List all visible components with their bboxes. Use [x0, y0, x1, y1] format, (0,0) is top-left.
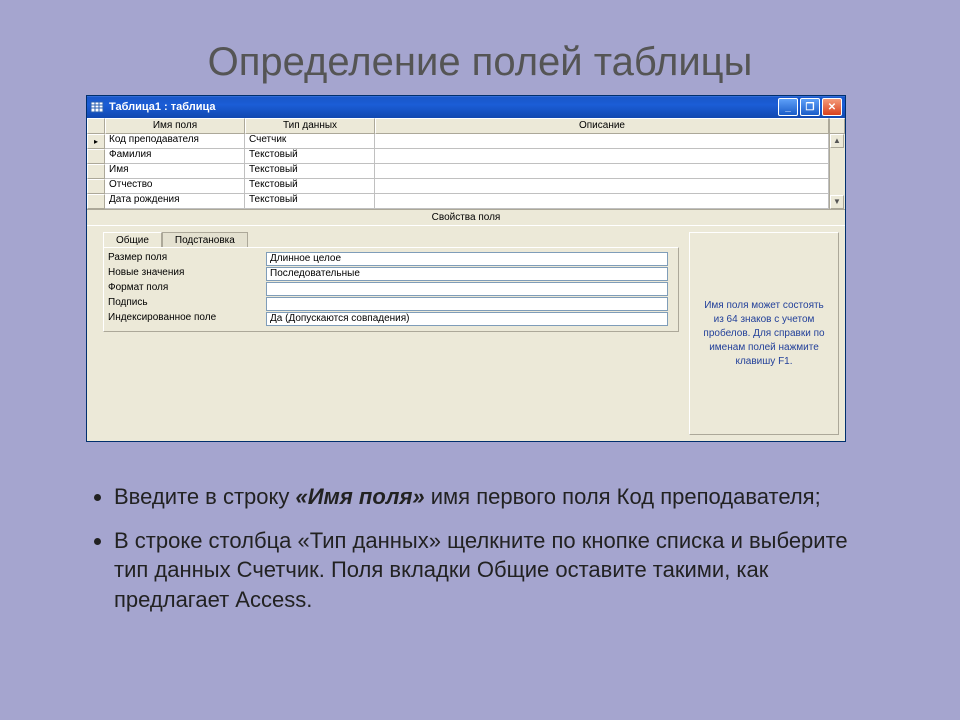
property-value[interactable] — [266, 282, 668, 296]
cell-type[interactable]: Текстовый — [245, 179, 375, 194]
lower-pane: Общие Подстановка Размер поляДлинное цел… — [87, 226, 845, 441]
property-row: Формат поля — [106, 282, 676, 297]
corner-selector[interactable] — [87, 118, 105, 134]
properties-section-header: Свойства поля — [87, 209, 845, 226]
property-label: Подпись — [106, 297, 266, 312]
table-row[interactable]: ФамилияТекстовый — [87, 149, 829, 164]
hint-panel: Имя поля может состоять из 64 знаков с у… — [689, 232, 839, 435]
property-row: Подпись — [106, 297, 676, 312]
cell-desc[interactable] — [375, 179, 829, 194]
property-row: Размер поляДлинное целое — [106, 252, 676, 267]
tab-lookup[interactable]: Подстановка — [162, 232, 248, 248]
field-grid: Имя поля Тип данных Описание ▸Код препод… — [87, 118, 845, 209]
scroll-corner — [829, 118, 845, 134]
minimize-button[interactable]: _ — [778, 98, 798, 116]
slide-title: Определение полей таблицы — [0, 0, 960, 95]
property-value[interactable]: Длинное целое — [266, 252, 668, 266]
row-selector[interactable] — [87, 194, 105, 209]
bullet-2: В строке столбца «Тип данных» щелкните п… — [114, 526, 870, 615]
close-button[interactable]: ✕ — [822, 98, 842, 116]
cell-desc[interactable] — [375, 194, 829, 209]
cell-name[interactable]: Дата рождения — [105, 194, 245, 209]
table-row[interactable]: ИмяТекстовый — [87, 164, 829, 179]
cell-type[interactable]: Текстовый — [245, 149, 375, 164]
titlebar[interactable]: Таблица1 : таблица _ ❐ ✕ — [87, 96, 845, 118]
table-row[interactable]: Дата рожденияТекстовый — [87, 194, 829, 209]
cell-desc[interactable] — [375, 134, 829, 149]
header-description[interactable]: Описание — [375, 118, 829, 134]
row-selector[interactable] — [87, 149, 105, 164]
property-label: Формат поля — [106, 282, 266, 297]
property-value[interactable]: Да (Допускаются совпадения) — [266, 312, 668, 326]
property-row: Индексированное полеДа (Допускаются совп… — [106, 312, 676, 327]
slide-bullets: Введите в строку «Имя поля» имя первого … — [90, 482, 870, 615]
properties-panel: Общие Подстановка Размер поляДлинное цел… — [87, 226, 689, 441]
grid-header-row: Имя поля Тип данных Описание — [87, 118, 845, 134]
table-icon — [90, 100, 104, 114]
property-label: Новые значения — [106, 267, 266, 282]
table-row[interactable]: ОтчествоТекстовый — [87, 179, 829, 194]
window-title: Таблица1 : таблица — [109, 101, 216, 113]
property-label: Индексированное поле — [106, 312, 266, 327]
cell-name[interactable]: Фамилия — [105, 149, 245, 164]
cell-desc[interactable] — [375, 164, 829, 179]
table-row[interactable]: ▸Код преподавателяСчетчик — [87, 134, 829, 149]
property-value[interactable]: Последовательные — [266, 267, 668, 281]
property-label: Размер поля — [106, 252, 266, 267]
row-selector[interactable] — [87, 164, 105, 179]
property-row: Новые значенияПоследовательные — [106, 267, 676, 282]
header-data-type[interactable]: Тип данных — [245, 118, 375, 134]
scroll-up-icon[interactable]: ▲ — [830, 134, 844, 148]
cell-type[interactable]: Текстовый — [245, 194, 375, 209]
header-field-name[interactable]: Имя поля — [105, 118, 245, 134]
cell-name[interactable]: Имя — [105, 164, 245, 179]
vertical-scrollbar[interactable]: ▲ ▼ — [829, 134, 845, 209]
scroll-down-icon[interactable]: ▼ — [830, 195, 844, 209]
maximize-button[interactable]: ❐ — [800, 98, 820, 116]
row-selector[interactable]: ▸ — [87, 134, 105, 149]
property-value[interactable] — [266, 297, 668, 311]
cell-desc[interactable] — [375, 149, 829, 164]
cell-type[interactable]: Счетчик — [245, 134, 375, 149]
cell-name[interactable]: Отчество — [105, 179, 245, 194]
bullet-1: Введите в строку «Имя поля» имя первого … — [114, 482, 870, 512]
row-selector[interactable] — [87, 179, 105, 194]
cell-type[interactable]: Текстовый — [245, 164, 375, 179]
properties-list: Размер поляДлинное целоеНовые значенияПо… — [103, 247, 679, 332]
access-design-window: Таблица1 : таблица _ ❐ ✕ Имя поля Тип да… — [86, 95, 846, 442]
cell-name[interactable]: Код преподавателя — [105, 134, 245, 149]
tab-general[interactable]: Общие — [103, 232, 162, 248]
